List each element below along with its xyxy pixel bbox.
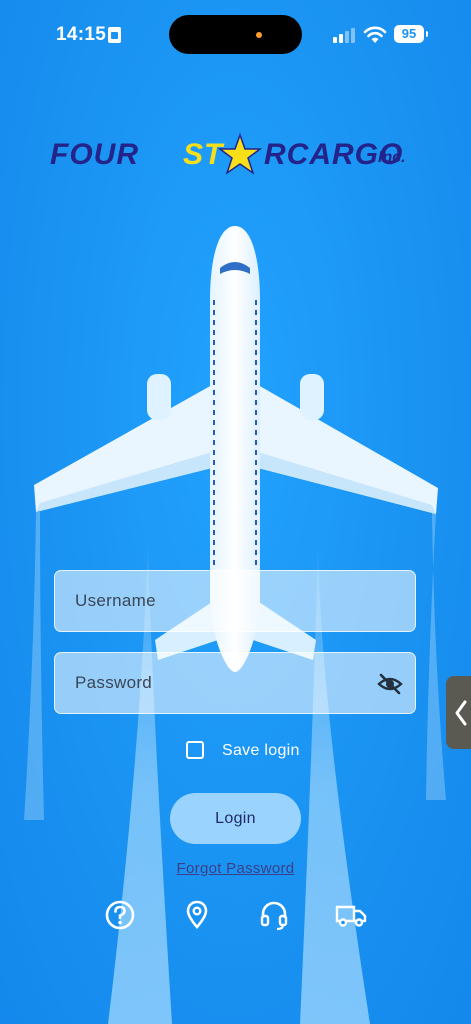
forgot-password-link[interactable]: Forgot Password xyxy=(0,860,471,877)
battery-indicator: 95 xyxy=(394,25,428,43)
username-input[interactable] xyxy=(55,571,415,631)
truck-icon[interactable] xyxy=(334,898,368,932)
login-screen: 14:15 95 FOUR ST RCARGO Inc. Username Sa… xyxy=(0,0,471,1024)
password-field[interactable] xyxy=(54,652,416,714)
star-icon xyxy=(218,133,262,175)
headset-icon[interactable] xyxy=(257,898,291,932)
location-pin-icon[interactable] xyxy=(180,898,214,932)
status-time: 14:15 xyxy=(56,24,107,45)
username-field[interactable] xyxy=(54,570,416,632)
chevron-left-icon xyxy=(454,700,468,731)
privacy-indicator-icon xyxy=(256,32,262,38)
password-input[interactable] xyxy=(55,653,415,713)
dynamic-island xyxy=(169,15,302,54)
brand-logo: FOUR ST RCARGO Inc. xyxy=(48,133,424,176)
help-icon[interactable] xyxy=(103,898,137,932)
logo-text-four: FOUR xyxy=(50,138,139,171)
save-login-checkbox[interactable] xyxy=(186,741,204,759)
login-button[interactable]: Login xyxy=(170,793,301,844)
cellular-signal-icon xyxy=(333,27,357,43)
eye-off-icon[interactable] xyxy=(377,672,403,696)
save-login-label: Save login xyxy=(222,742,300,759)
status-bar: 14:15 95 xyxy=(0,0,471,70)
logo-text-inc: Inc. xyxy=(378,149,406,166)
id-card-icon xyxy=(108,27,121,43)
side-drawer-handle[interactable] xyxy=(446,676,471,749)
wifi-icon xyxy=(363,26,387,43)
